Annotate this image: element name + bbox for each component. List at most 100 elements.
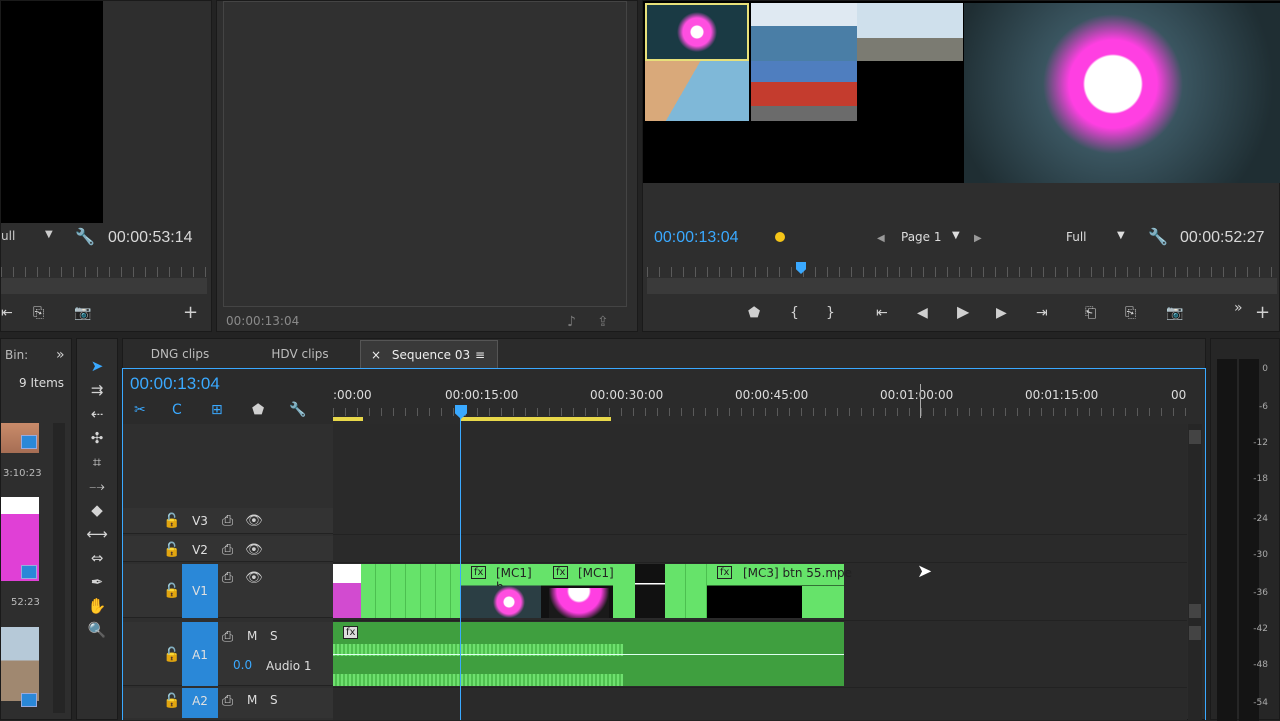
wrench-icon[interactable]: 🔧 (1148, 229, 1168, 245)
add-marker-icon[interactable]: ⬟ (252, 403, 264, 417)
video-clip-mc3[interactable]: fx [MC3] btn 55.mpe (707, 564, 852, 618)
wrench-icon[interactable]: 🔧 (75, 229, 95, 245)
multicam-cam1[interactable] (645, 3, 749, 61)
video-clip-mc1[interactable]: fx [MC1] b (461, 564, 541, 618)
track-v3-label[interactable]: V3 (180, 514, 220, 528)
step-forward-icon[interactable]: ▶ (996, 306, 1007, 320)
linked-selection-icon[interactable]: C (172, 403, 182, 417)
audio-mute-icon[interactable]: ♪ (567, 315, 576, 329)
volume-line[interactable] (333, 654, 844, 655)
project-thumb-3[interactable] (1, 627, 39, 701)
export-frame-icon[interactable]: ⇤ (1, 306, 13, 320)
eye-icon[interactable]: 👁 (245, 543, 263, 557)
scroll-thumb[interactable] (1189, 626, 1201, 640)
track-v2-label[interactable]: V2 (180, 543, 220, 557)
program-ruler[interactable] (647, 267, 1277, 277)
solo-button[interactable]: S (270, 629, 278, 643)
mark-out-icon[interactable]: } (826, 306, 835, 320)
timeline-vertical-scrollbar[interactable] (1188, 424, 1202, 720)
menu-icon[interactable]: ≡ (475, 341, 485, 369)
go-to-in-icon[interactable]: ⇤ (876, 306, 888, 320)
sync-lock-icon[interactable]: ⎙ (222, 694, 233, 708)
tab-hdv-clips[interactable]: HDV clips (244, 340, 356, 368)
multicam-cam4[interactable] (645, 61, 749, 121)
audio-clip[interactable]: fx (333, 622, 844, 686)
step-back-icon[interactable]: ◀ (917, 306, 928, 320)
video-clip[interactable] (635, 564, 665, 618)
tab-dng-clips[interactable]: DNG clips (124, 340, 236, 368)
sync-lock-icon[interactable]: ⎙ (222, 571, 233, 585)
razor-tool-icon[interactable]: ⤍ (86, 476, 108, 496)
timeline-current-time[interactable]: 00:00:13:04 (130, 374, 220, 394)
overwrite-icon[interactable]: ⎘ (33, 306, 44, 320)
work-area-bar[interactable] (333, 417, 363, 421)
go-to-out-icon[interactable]: ⇥ (1036, 306, 1048, 320)
eye-icon[interactable]: 👁 (245, 514, 263, 528)
export-icon[interactable]: ⇪ (597, 315, 609, 329)
work-area-bar[interactable] (461, 417, 611, 421)
video-clip-mc1[interactable]: fx [MC1] (541, 564, 614, 618)
nest-icon[interactable]: ⊞ (211, 403, 223, 417)
track-v1-label[interactable]: V1 (180, 584, 220, 598)
track-a1-label[interactable]: A1 (180, 648, 220, 662)
video-clip[interactable] (613, 564, 635, 618)
pen-tool-icon[interactable]: ⇔ (86, 548, 108, 568)
page-select[interactable]: Page 1 ▼ (901, 230, 965, 248)
scroll-thumb[interactable] (1189, 604, 1201, 618)
sync-lock-icon[interactable]: ⎙ (222, 514, 233, 528)
extract-icon[interactable]: ⎘ (1125, 306, 1136, 320)
scroll-thumb[interactable] (1189, 430, 1201, 444)
source-ruler[interactable] (1, 267, 207, 277)
hand-tool-icon[interactable]: ✋ (86, 596, 108, 616)
program-zoom-select[interactable]: Full ▼ (1066, 230, 1128, 248)
source-zoom-select[interactable]: ull ▼ (1, 229, 59, 247)
program-scrollbar[interactable] (647, 278, 1277, 294)
rate-stretch-tool-icon[interactable]: ⌗ (86, 452, 108, 472)
program-current-time[interactable]: 00:00:13:04 (654, 229, 739, 247)
mute-button[interactable]: M (247, 693, 257, 707)
mark-in-icon[interactable]: { (790, 306, 799, 320)
snap-icon[interactable]: ✂ (134, 403, 146, 417)
rolling-edit-tool-icon[interactable]: ✣ (86, 428, 108, 448)
project-scrollbar[interactable] (53, 423, 65, 713)
video-clip[interactable] (333, 564, 361, 618)
playhead-line[interactable] (460, 418, 461, 720)
sync-lock-icon[interactable]: ⎙ (222, 630, 233, 644)
camera-icon[interactable]: 📷 (1166, 306, 1183, 320)
slip-tool-icon[interactable]: ◆ (86, 500, 108, 520)
close-icon[interactable]: × (371, 341, 381, 369)
pen-icon[interactable]: ✒ (86, 572, 108, 592)
sync-lock-icon[interactable]: ⎙ (222, 543, 233, 557)
track-a2-label[interactable]: A2 (180, 694, 220, 708)
add-marker-icon[interactable]: ⬟ (748, 306, 760, 320)
add-button-icon[interactable]: + (1255, 304, 1270, 322)
selection-tool-icon[interactable]: ➤ (86, 356, 108, 376)
slide-tool-icon[interactable]: ⟷ (86, 524, 108, 544)
lift-icon[interactable]: ⎗ (1085, 306, 1096, 320)
multicam-cam2[interactable] (751, 3, 857, 61)
video-clip[interactable] (361, 564, 461, 618)
chevron-left-icon[interactable]: ◀ (877, 232, 885, 246)
track-select-tool-icon[interactable]: ⇉ (86, 380, 108, 400)
play-icon[interactable]: ▶ (957, 304, 969, 320)
lock-icon[interactable]: 🔓 (163, 694, 180, 708)
solo-button[interactable]: S (270, 693, 278, 707)
add-button-icon[interactable]: + (183, 304, 198, 322)
source-scrollbar[interactable] (1, 278, 207, 294)
lock-icon[interactable]: 🔓 (163, 584, 180, 598)
zoom-tool-icon[interactable]: 🔍 (86, 620, 108, 640)
chevron-right-icon[interactable]: ▶ (974, 232, 982, 246)
wrench-icon[interactable]: 🔧 (289, 403, 306, 417)
ripple-edit-tool-icon[interactable]: ⇠ (86, 404, 108, 424)
lock-icon[interactable]: 🔓 (163, 648, 180, 662)
lock-icon[interactable]: 🔓 (163, 543, 180, 557)
panel-menu-icon[interactable]: » (56, 348, 65, 362)
a1-volume[interactable]: 0.0 (233, 658, 252, 672)
tab-sequence-03[interactable]: × Sequence 03 ≡ (360, 340, 498, 368)
lock-icon[interactable]: 🔓 (163, 514, 180, 528)
more-controls-icon[interactable]: » (1234, 301, 1243, 315)
multicam-cam5[interactable] (751, 61, 857, 121)
multicam-cam3[interactable] (857, 3, 963, 61)
video-clip[interactable] (665, 564, 707, 618)
camera-icon[interactable]: 📷 (74, 306, 91, 320)
